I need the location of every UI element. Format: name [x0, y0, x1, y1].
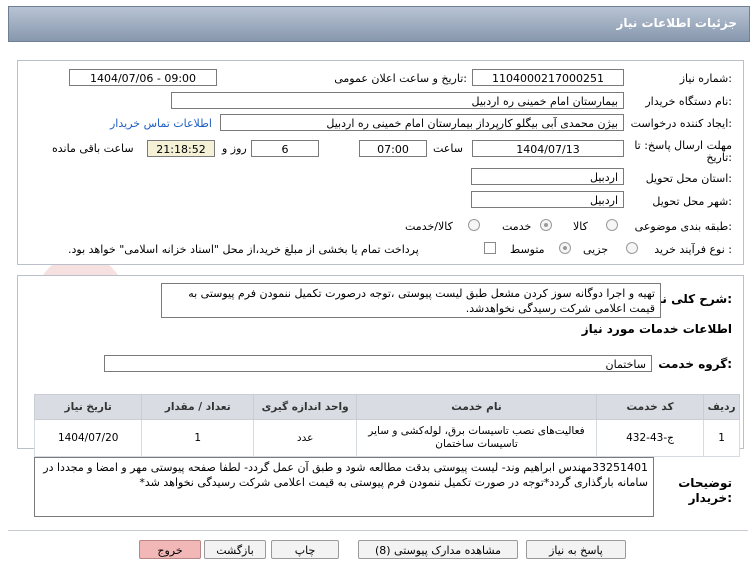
process-label: نوع فرآیند خرید : [654, 243, 732, 256]
remaining-time-field: 21:18:52 [147, 140, 215, 157]
days-field: 6 [251, 140, 319, 157]
process-option-medium: متوسط [510, 243, 545, 256]
exit-button[interactable]: خروج [139, 540, 201, 559]
creator-label: ایجاد کننده درخواست: [630, 117, 732, 130]
buyer-label: نام دستگاه خریدار: [645, 95, 732, 108]
description-text: تهیه و اجرا دوگانه سوز کردن مشعل طبق لیس… [161, 283, 661, 318]
service-group-label: گروه خدمت: [658, 357, 732, 371]
treasury-payment-note: پرداخت تمام یا بخشی از مبلغ خرید،از محل … [68, 243, 419, 256]
table-row: 1 ج-43-432 فعالیت‌های نصب تاسیسات برق، ل… [33, 419, 740, 457]
details-panel [17, 60, 744, 265]
col-date: تاریخ نیاز [33, 394, 143, 420]
col-row: ردیف [703, 394, 740, 420]
reply-button[interactable]: پاسخ به نیاز [526, 540, 626, 559]
print-button[interactable]: چاپ [271, 540, 339, 559]
services-table: ردیف کد خدمت نام خدمت واحد اندازه گیری ت… [33, 394, 740, 457]
buyer-notes-label-1: توضیحات [678, 476, 732, 490]
footer-divider [8, 530, 748, 531]
category-option-goods: کالا [573, 220, 588, 233]
buyer-contact-link[interactable]: اطلاعات تماس خریدار [110, 117, 212, 130]
col-name: نام خدمت [356, 394, 597, 420]
treasury-payment-checkbox[interactable] [484, 242, 496, 254]
col-code: کد خدمت [595, 394, 705, 420]
category-label: طبقه بندی موضوعی: [634, 220, 732, 233]
back-button[interactable]: بازگشت [204, 540, 266, 559]
province-field: اردبیل [471, 168, 624, 185]
process-radio-medium[interactable] [559, 242, 571, 254]
creator-field: بیژن محمدی آبی بیگلو کارپرداز بیمارستان … [220, 114, 624, 131]
cell-code: ج-43-432 [595, 419, 705, 457]
announce-field: 1404/07/06 - 09:00 [69, 69, 217, 86]
col-unit: واحد اندازه گیری [253, 394, 358, 420]
province-label: استان محل تحویل: [645, 172, 732, 185]
deadline-time-field: 07:00 [359, 140, 427, 157]
cell-date: 1404/07/20 [33, 419, 143, 457]
cell-name: فعالیت‌های نصب تاسیسات برق، لوله‌کشی و س… [356, 419, 597, 457]
process-option-minor: جزیی [583, 243, 609, 256]
days-label: روز و [222, 142, 247, 155]
city-field: اردبیل [471, 191, 624, 208]
city-label: شهر محل تحویل: [652, 195, 732, 208]
cell-name-line1: فعالیت‌های نصب تاسیسات برق، لوله‌کشی و س… [368, 425, 585, 437]
remaining-label: ساعت باقی مانده [52, 142, 134, 155]
category-radio-service[interactable] [540, 219, 552, 231]
category-radio-goods-service[interactable] [468, 219, 480, 231]
buyer-notes-text: 33251401مهندس ابراهیم وند- لیست پیوستی ب… [34, 457, 654, 517]
process-radio-minor[interactable] [626, 242, 638, 254]
service-group-field: ساختمان [104, 355, 652, 372]
cell-name-line2: تاسیسات ساختمان [435, 438, 518, 450]
page-title: جزئیات اطلاعات نیاز [616, 16, 737, 30]
cell-qty: 1 [141, 419, 255, 457]
category-radio-goods[interactable] [606, 219, 618, 231]
services-table-header: ردیف کد خدمت نام خدمت واحد اندازه گیری ت… [33, 394, 740, 420]
deadline-date-field: 1404/07/13 [472, 140, 624, 157]
services-section-title: اطلاعات خدمات مورد نیاز [581, 322, 732, 336]
page-header: جزئیات اطلاعات نیاز [8, 6, 750, 42]
col-qty: تعداد / مقدار [141, 394, 255, 420]
category-option-service: خدمت [502, 220, 532, 233]
deadline-label-2: تاریخ: [706, 151, 732, 164]
buyer-notes-label-2: خریدار: [688, 491, 732, 505]
category-option-goods-service: کالا/خدمت [405, 220, 453, 233]
buyer-field: بیمارستان امام خمینی ره اردبیل [171, 92, 624, 109]
announce-label: تاریخ و ساعت اعلان عمومی: [334, 72, 467, 85]
cell-unit: عدد [253, 419, 358, 457]
deadline-time-label: ساعت [433, 142, 463, 155]
need-number-label: شماره نیاز: [679, 72, 732, 85]
need-number-field: 1104000217000251 [472, 69, 624, 86]
attachments-button[interactable]: مشاهده مدارک پیوستی (8) [358, 540, 518, 559]
cell-row: 1 [703, 419, 740, 457]
